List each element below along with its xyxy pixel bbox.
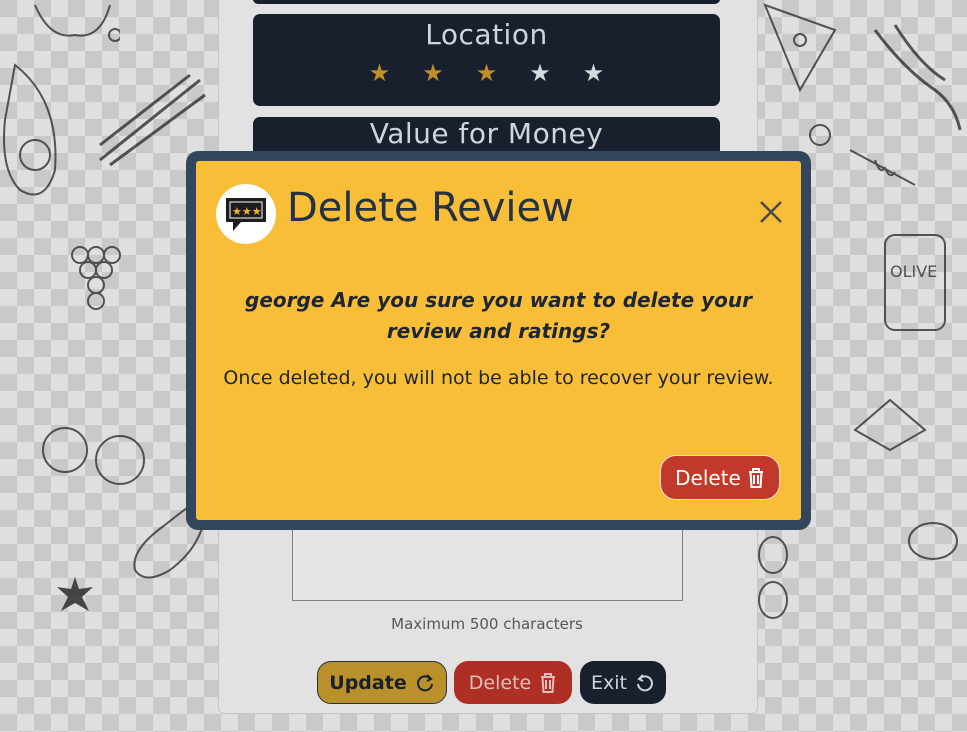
close-icon[interactable] [758, 199, 784, 225]
trash-icon [748, 467, 763, 488]
confirm-delete-button[interactable]: Delete [660, 455, 780, 500]
delete-review-modal: ★★★ Delete Review george Are you sure yo… [196, 161, 801, 520]
review-logo-icon: ★★★ [216, 184, 276, 244]
svg-text:★★★: ★★★ [232, 205, 262, 218]
delete-confirmation-question: george Are you sure you want to delete y… [245, 288, 752, 343]
delete-warning-text: Once deleted, you will not be able to re… [223, 367, 774, 389]
confirm-delete-label: Delete [675, 465, 741, 490]
modal-title: Delete Review [287, 185, 574, 231]
